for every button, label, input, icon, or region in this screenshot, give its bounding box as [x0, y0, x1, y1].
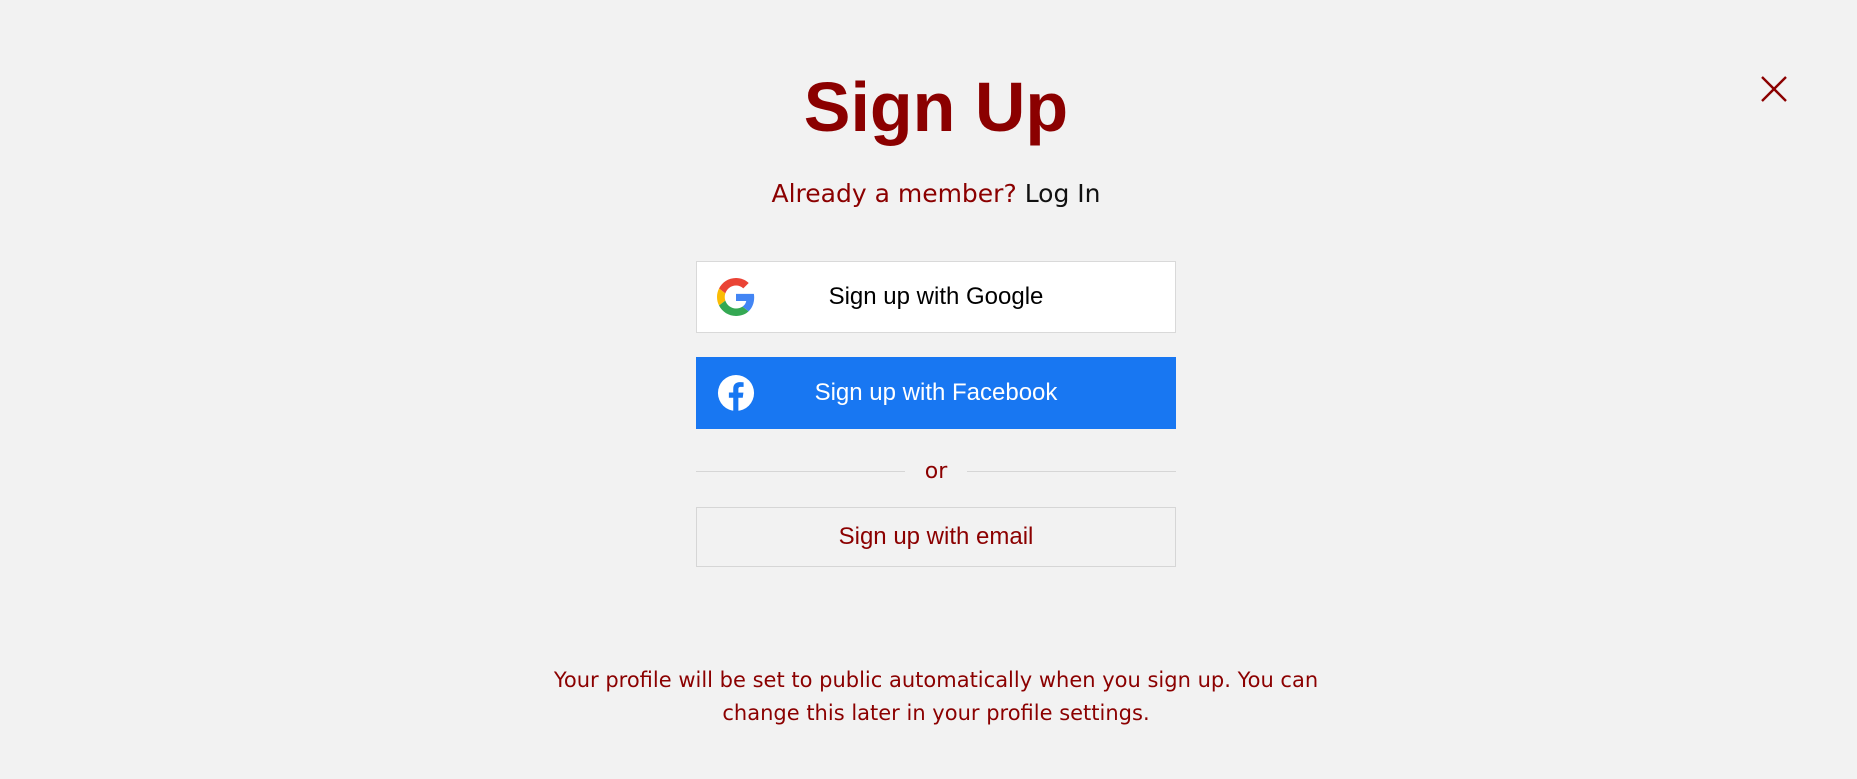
- email-button-label: Sign up with email: [838, 523, 1034, 550]
- profile-visibility-note: Your profile will be set to public autom…: [553, 668, 1319, 725]
- divider-line-right: [967, 470, 1177, 472]
- google-signup-button[interactable]: Sign up with Google: [696, 261, 1176, 333]
- google-button-label: Sign up with Google: [828, 283, 1044, 310]
- facebook-signup-button[interactable]: Sign up with Facebook: [696, 357, 1176, 429]
- facebook-button-label: Sign up with Facebook: [814, 379, 1058, 406]
- divider-line-left: [696, 470, 905, 472]
- login-link[interactable]: Log In: [1025, 179, 1101, 208]
- divider-text: or: [924, 458, 948, 484]
- member-prompt-text: Already a member?: [771, 179, 1017, 208]
- signup-dialog: Sign Up Already a member? Log In Sign up…: [0, 0, 1857, 779]
- login-prompt: Already a member? Log In: [0, 176, 1857, 212]
- or-divider: or: [696, 456, 1177, 486]
- facebook-icon: [717, 374, 755, 412]
- page-title: Sign Up: [803, 68, 1069, 146]
- google-icon: [717, 278, 755, 316]
- email-signup-button[interactable]: Sign up with email: [696, 507, 1176, 567]
